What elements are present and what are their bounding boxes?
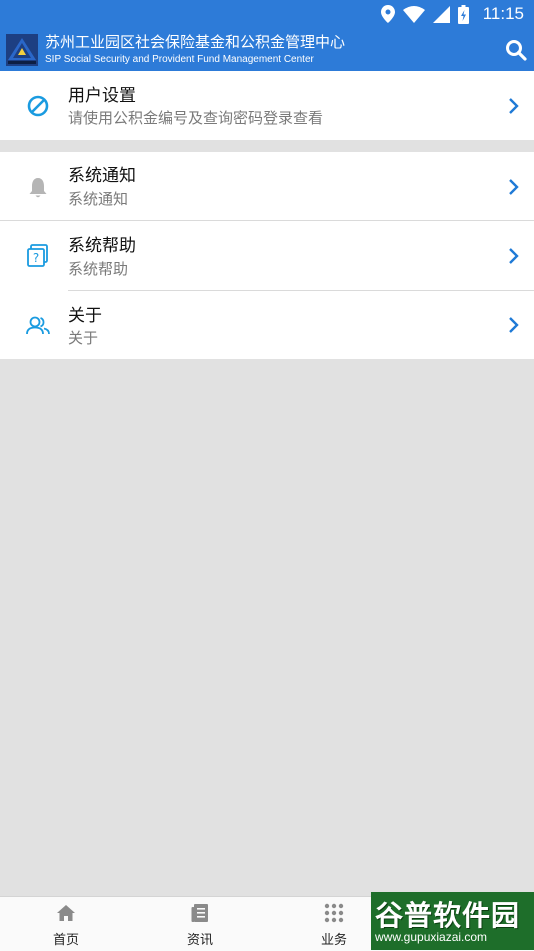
app-logo	[6, 34, 38, 66]
clock: 11:15	[482, 4, 524, 23]
nav-label: 业务	[320, 933, 347, 948]
nav-label: 资讯	[186, 933, 213, 948]
app-bar: 苏州工业园区社会保险基金和公积金管理中心 SIP Social Security…	[0, 28, 534, 71]
wifi-icon	[402, 5, 425, 23]
menu-item-user-settings[interactable]: 用户设置 请使用公积金编号及查询密码登录查看	[0, 71, 534, 139]
chevron-right-icon	[509, 98, 519, 114]
chevron-right-icon	[509, 317, 519, 333]
users-icon	[26, 316, 50, 335]
menu-item-subtitle: 系统通知	[68, 190, 129, 208]
search-icon[interactable]	[504, 38, 528, 62]
grid-dots-icon	[324, 903, 344, 923]
menu-item-title: 关于	[68, 306, 102, 326]
nav-home[interactable]: 首页	[21, 897, 111, 951]
chevron-right-icon	[509, 248, 519, 264]
help-question-icon: ?	[27, 244, 48, 267]
menu-item-title: 系统帮助	[68, 236, 136, 256]
system-menu-card: 系统通知 系统通知 ? 系统帮助 系统帮助 关于 关于	[0, 152, 534, 359]
status-bar: 11:15	[0, 0, 534, 28]
chevron-right-icon	[509, 179, 519, 195]
cellular-signal-icon	[432, 5, 450, 23]
home-icon	[57, 905, 75, 921]
location-icon	[380, 5, 395, 23]
status-icons: 11:15	[380, 3, 524, 25]
prohibited-icon	[27, 95, 49, 117]
watermark-url: www.gupuxiazai.com	[375, 930, 488, 944]
menu-item-subtitle: 关于	[68, 329, 99, 347]
menu-item-help[interactable]: ? 系统帮助 系统帮助	[0, 221, 534, 289]
svg-text:?: ?	[33, 251, 39, 265]
menu-item-subtitle: 系统帮助	[68, 260, 129, 278]
watermark-brand: 谷普软件园	[375, 899, 521, 932]
news-icon	[191, 904, 208, 922]
user-settings-card: 用户设置 请使用公积金编号及查询密码登录查看	[0, 71, 534, 140]
nav-business[interactable]: 业务	[289, 897, 379, 951]
menu-item-title: 用户设置	[68, 86, 136, 106]
nav-label: 首页	[52, 933, 79, 948]
battery-charging-icon	[457, 4, 469, 24]
watermark: 谷普软件园 www.gupuxiazai.com	[371, 892, 534, 950]
nav-news[interactable]: 资讯	[155, 897, 245, 951]
menu-item-subtitle: 请使用公积金编号及查询密码登录查看	[68, 109, 324, 127]
bell-icon	[29, 178, 47, 198]
app-title: 苏州工业园区社会保险基金和公积金管理中心	[45, 33, 346, 51]
menu-item-notifications[interactable]: 系统通知 系统通知	[0, 152, 534, 220]
menu-item-title: 系统通知	[68, 166, 136, 186]
app-subtitle: SIP Social Security and Provident Fund M…	[45, 54, 314, 65]
menu-item-about[interactable]: 关于 关于	[0, 291, 534, 359]
